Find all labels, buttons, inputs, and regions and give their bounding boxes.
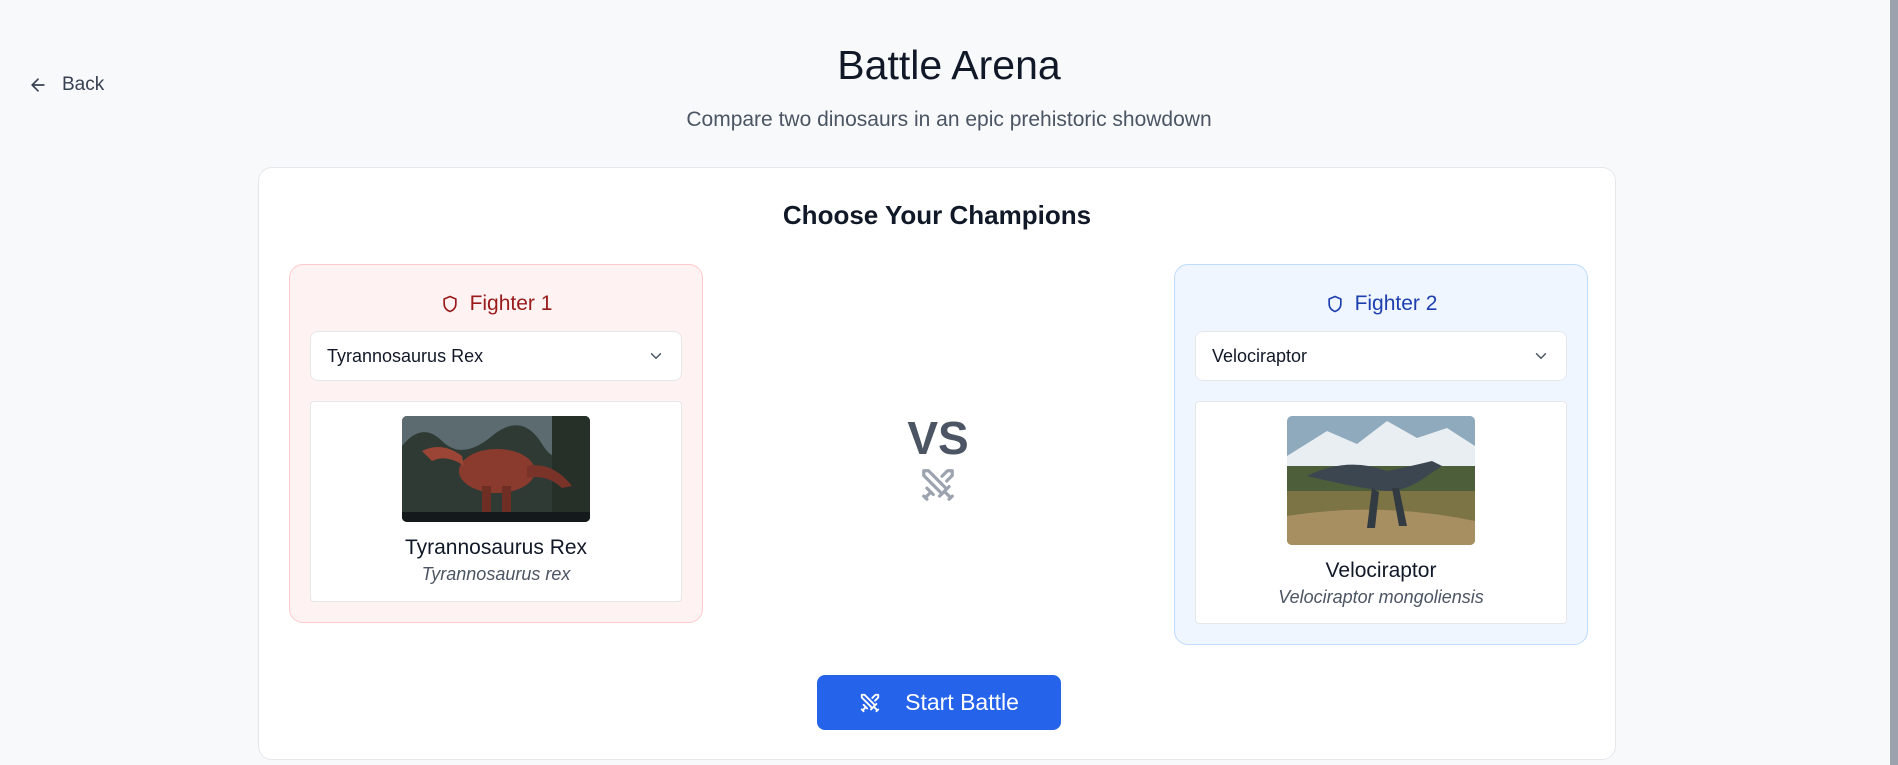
fighter-1-preview: Tyrannosaurus Rex Tyrannosaurus rex (310, 401, 682, 602)
fighter-1-label-text: Fighter 1 (469, 292, 553, 315)
fighter-1-scientific-name: Tyrannosaurus rex (421, 564, 571, 584)
fighter-1-image (402, 416, 590, 522)
crossed-swords-icon (922, 469, 954, 501)
fighter-1-panel: Fighter 1 Tyrannosaurus Rex Tyrannosauru… (289, 264, 703, 623)
fighter-2-panel: Fighter 2 Velociraptor Velociraptor Velo… (1174, 264, 1588, 645)
fighter-2-image (1287, 416, 1475, 545)
card-title: Choose Your Champions (782, 200, 1092, 230)
fighter-2-preview: Velociraptor Velociraptor mongoliensis (1195, 401, 1567, 624)
start-battle-button[interactable]: Start Battle (817, 675, 1061, 730)
fighter-2-scientific-name: Velociraptor mongoliensis (1278, 587, 1484, 607)
fighter-1-selected-value: Tyrannosaurus Rex (327, 345, 484, 366)
page-title: Battle Arena (837, 42, 1061, 88)
fighter-1-select[interactable]: Tyrannosaurus Rex (310, 331, 682, 381)
fighter-2-label: Fighter 2 (1175, 289, 1587, 319)
fighter-2-selected-value: Velociraptor (1212, 345, 1308, 366)
page-subtitle: Compare two dinosaurs in an epic prehist… (686, 108, 1212, 131)
chevron-down-icon (1535, 353, 1547, 360)
fighter-2-select[interactable]: Velociraptor (1195, 331, 1567, 381)
shield-icon (442, 295, 457, 313)
fighter-1-name: Tyrannosaurus Rex (404, 536, 588, 559)
crossed-swords-icon (860, 693, 880, 712)
chevron-down-icon (650, 353, 662, 360)
fighter-2-name: Velociraptor (1325, 559, 1437, 582)
fighter-2-label-text: Fighter 2 (1354, 292, 1438, 315)
shield-icon (1327, 295, 1342, 313)
window-edge (1890, 0, 1898, 765)
start-battle-label: Start Battle (905, 689, 1019, 715)
champion-selection-card: Choose Your Champions Fighter 1 Tyrannos… (258, 167, 1616, 760)
vs-label: VS (907, 412, 969, 464)
page-header: Battle Arena Compare two dinosaurs in an… (0, 40, 1898, 132)
fighter-1-label: Fighter 1 (290, 289, 702, 319)
